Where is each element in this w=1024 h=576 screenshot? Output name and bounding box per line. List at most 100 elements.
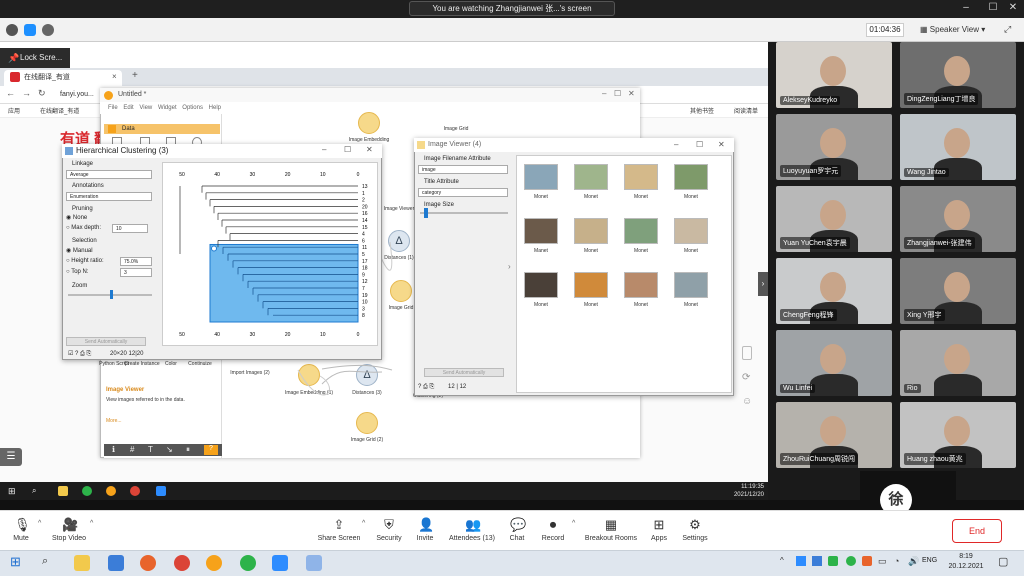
os-zoom-icon[interactable]: [272, 555, 288, 571]
image-size-track[interactable]: [420, 212, 508, 214]
iv-minimize-icon[interactable]: –: [674, 140, 678, 149]
settings-button[interactable]: ⚙ Settings: [670, 518, 720, 543]
participant-tile[interactable]: Yuan YuChen袁宇晨: [776, 186, 892, 252]
record-button[interactable]: ⏺ Record: [528, 518, 578, 543]
os-tray-nvidia-icon[interactable]: [828, 556, 838, 566]
topn-spin[interactable]: 3: [120, 268, 152, 277]
hc-minimize-icon[interactable]: –: [322, 145, 326, 154]
minimize-icon[interactable]: –: [955, 2, 977, 13]
participant-tile[interactable]: Huang zhaou黄兆: [900, 402, 1016, 468]
help-tool-icon[interactable]: ?: [204, 445, 218, 455]
invite-button[interactable]: 👤 Invite: [400, 518, 450, 543]
os-battery-icon[interactable]: ▭: [878, 556, 887, 567]
annotations-combo[interactable]: Enumeration: [66, 192, 152, 201]
participant-tile[interactable]: Wang Jintao: [900, 114, 1016, 180]
menu-view[interactable]: View: [139, 105, 152, 111]
iv-maximize-icon[interactable]: ☐: [696, 140, 703, 149]
pruning-maxdepth-radio[interactable]: ○ Max depth:: [66, 225, 101, 231]
stop-video-button[interactable]: 🎥 Stop Video: [44, 518, 94, 543]
toolbox-data-category[interactable]: Data: [104, 124, 220, 134]
forward-icon[interactable]: →: [22, 88, 31, 98]
reload-icon[interactable]: ↻: [38, 88, 46, 99]
phone-icon[interactable]: [742, 346, 752, 360]
image-size-handle[interactable]: [424, 208, 429, 218]
os-wifi-icon[interactable]: ◔: [894, 556, 899, 566]
pause-tool-icon[interactable]: ⏸: [186, 445, 190, 455]
toolbox-widget-continuize[interactable]: Continuize: [182, 361, 218, 367]
share-banner[interactable]: You are watching Zhangjianwei 张...'s scr…: [409, 1, 615, 16]
thumbnail-image[interactable]: [624, 272, 658, 298]
dendrogram-cut-handle[interactable]: [211, 245, 217, 252]
os-tray-wechat-icon[interactable]: [846, 556, 856, 566]
orange-close-icon[interactable]: ✕: [628, 89, 635, 98]
participant-tile[interactable]: Rio: [900, 330, 1016, 396]
new-tab-icon[interactable]: +: [132, 70, 138, 81]
os-notification-icon[interactable]: ▢: [998, 555, 1008, 568]
menu-edit[interactable]: Edit: [123, 105, 133, 111]
hc-maximize-icon[interactable]: ☐: [344, 145, 351, 154]
participant-tile[interactable]: Zhangjianwei-张建伟: [900, 186, 1016, 252]
height-ratio-spin[interactable]: 75.0%: [120, 257, 152, 266]
orange-maximize-icon[interactable]: ☐: [614, 89, 621, 98]
bookmark-apps[interactable]: 应用: [8, 106, 20, 115]
text-tool-icon[interactable]: T: [148, 445, 153, 454]
thumbnail-image[interactable]: [674, 272, 708, 298]
os-search-icon[interactable]: ⌕: [42, 555, 48, 568]
menu-widget[interactable]: Widget: [158, 105, 177, 111]
arrow-tool-icon[interactable]: ↘: [166, 445, 173, 454]
iv-send-automatically[interactable]: Send Automatically: [424, 368, 504, 377]
thumbnail-image[interactable]: [524, 164, 558, 190]
os-volume-icon[interactable]: 🔊: [908, 556, 919, 567]
fullscreen-icon[interactable]: ⤢: [1004, 24, 1011, 35]
os-language[interactable]: ENG: [922, 557, 937, 564]
participant-tile[interactable]: ChengFeng程锋: [776, 258, 892, 324]
browser-tab[interactable]: 在线翻译_有道: [4, 70, 122, 86]
os-explorer-icon[interactable]: [74, 555, 90, 571]
thumbnail-image[interactable]: [524, 218, 558, 244]
participant-tile[interactable]: Luoyuyuan罗宇元: [776, 114, 892, 180]
os-firefox-icon[interactable]: [140, 555, 156, 571]
breakout-rooms-button[interactable]: ▦ Breakout Rooms: [580, 518, 642, 543]
os-calculator-icon[interactable]: [108, 555, 124, 571]
end-meeting-button[interactable]: End: [952, 519, 1002, 543]
info-icon[interactable]: [6, 24, 18, 36]
os-clock[interactable]: 8:19 20.12.2021: [944, 552, 988, 572]
share-screen-button[interactable]: ⇪ Share Screen: [314, 518, 364, 543]
os-paint-icon[interactable]: [306, 555, 322, 571]
feedback-icon[interactable]: ☺: [742, 396, 752, 407]
thumbnail-image[interactable]: [574, 218, 608, 244]
iv-close-icon[interactable]: ✕: [718, 140, 725, 149]
os-start-icon[interactable]: ⊞: [10, 554, 21, 570]
os-wechat-icon[interactable]: [240, 555, 256, 571]
mute-options-icon[interactable]: ^: [38, 520, 41, 527]
record-options-icon[interactable]: ^: [572, 520, 575, 527]
shield-icon[interactable]: [24, 24, 36, 36]
info-tool-icon[interactable]: ℹ: [112, 445, 115, 454]
participant-tile[interactable]: Wu Linfei: [776, 330, 892, 396]
menu-help[interactable]: Help: [209, 105, 221, 111]
thumbnail-image[interactable]: [524, 272, 558, 298]
participant-tile[interactable]: Xing Y邢宇: [900, 258, 1016, 324]
menu-list-icon[interactable]: ☰: [0, 448, 22, 466]
iv-splitter-icon[interactable]: ›: [508, 262, 511, 271]
grid-tool-icon[interactable]: #: [130, 445, 134, 454]
participant-tile[interactable]: AlekseyKudreyko: [776, 42, 892, 108]
maxdepth-spin[interactable]: 10: [112, 224, 148, 233]
thumbnail-image[interactable]: [624, 164, 658, 190]
os-tray-office-icon[interactable]: [862, 556, 872, 566]
participant-tile[interactable]: DingZengLiang丁增良: [900, 42, 1016, 108]
dendrogram-selection[interactable]: [209, 243, 359, 323]
maximize-icon[interactable]: ☐: [982, 2, 1004, 13]
close-icon[interactable]: ✕: [1002, 2, 1024, 13]
title-attr-combo[interactable]: category: [418, 188, 508, 197]
menu-file[interactable]: File: [108, 105, 118, 111]
hc-send-automatically[interactable]: Send Automatically: [66, 337, 146, 346]
menu-options[interactable]: Options: [182, 105, 203, 111]
sel-topn-radio[interactable]: ○ Top N:: [66, 269, 89, 275]
panel-toggle-icon[interactable]: ›: [758, 272, 768, 296]
tab-close-icon[interactable]: ×: [112, 72, 117, 81]
thumbnail-image[interactable]: [674, 164, 708, 190]
os-tray-zoom-icon[interactable]: [796, 556, 806, 566]
orange-minimize-icon[interactable]: –: [602, 89, 606, 98]
bookmark-youdao[interactable]: 在线翻译_有道: [40, 106, 79, 115]
